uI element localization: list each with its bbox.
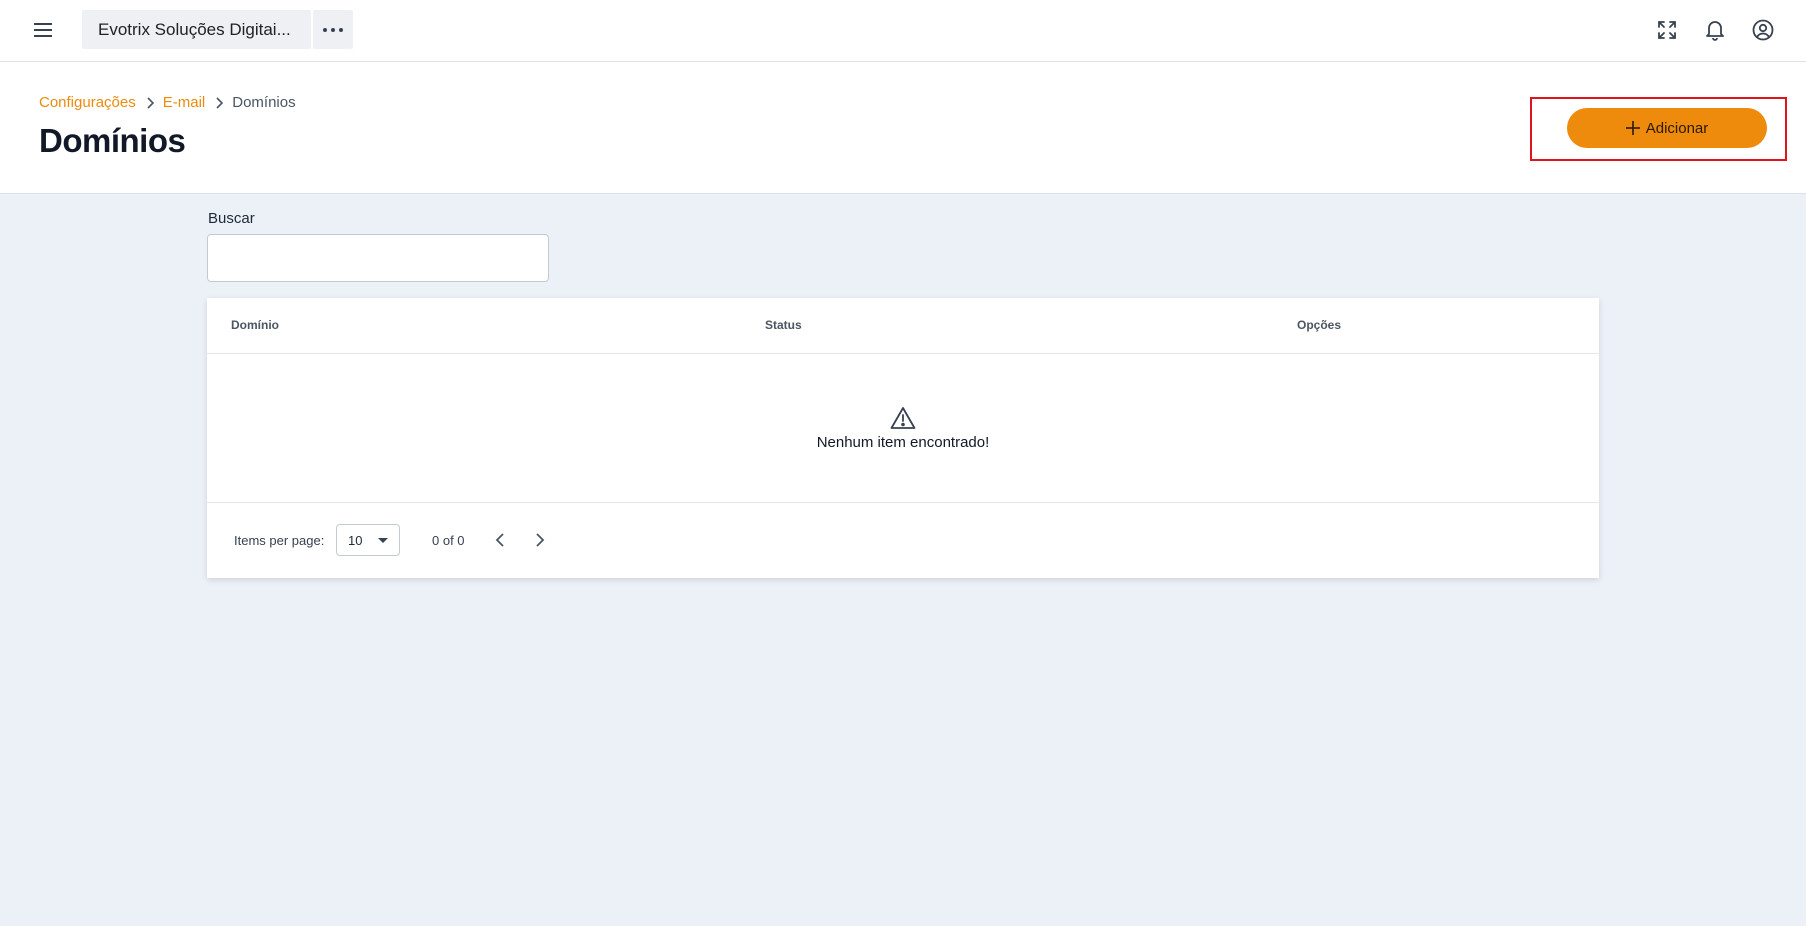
page-header: Configurações E-mail Domínios Domínios A… (0, 62, 1806, 194)
hamburger-menu-icon[interactable] (28, 17, 58, 43)
empty-message: Nenhum item encontrado! (816, 434, 990, 451)
page-size-select[interactable]: 10 (336, 524, 400, 556)
page-size-value: 10 (348, 532, 363, 548)
domains-table: Domínio Status Opções Nenhum item encont… (207, 298, 1599, 578)
caret-down-icon (378, 538, 388, 543)
column-header-dominio[interactable]: Domínio (231, 318, 279, 332)
chevron-left-icon (495, 533, 504, 547)
search-label: Buscar (208, 210, 255, 227)
bell-icon[interactable] (1699, 14, 1731, 46)
organization-name: Evotrix Soluções Digitai... (98, 19, 291, 39)
breadcrumb-dominios: Domínios (232, 94, 296, 111)
column-header-opcoes: Opções (1297, 318, 1342, 332)
organization-selector[interactable]: Evotrix Soluções Digitai... (82, 10, 311, 49)
column-header-status[interactable]: Status (765, 318, 802, 332)
add-button[interactable]: Adicionar (1567, 108, 1767, 148)
previous-page-button[interactable] (486, 526, 514, 554)
empty-state: Nenhum item encontrado! (207, 355, 1599, 503)
next-page-button[interactable] (526, 526, 554, 554)
add-button-label: Adicionar (1645, 119, 1709, 137)
chevron-right-icon (536, 533, 545, 547)
table-header-row: Domínio Status Opções (207, 298, 1599, 354)
breadcrumb: Configurações E-mail Domínios (39, 94, 296, 111)
paginator: Items per page: 10 0 of 0 (207, 504, 1599, 578)
page-range-label: 0 of 0 (432, 533, 465, 548)
breadcrumb-configuracoes[interactable]: Configurações (39, 94, 136, 111)
breadcrumb-email[interactable]: E-mail (163, 94, 206, 111)
items-per-page-label: Items per page: (234, 533, 325, 548)
more-horizontal-icon[interactable] (313, 10, 353, 49)
search-input[interactable] (207, 234, 549, 282)
plus-icon (1625, 121, 1640, 135)
page-title: Domínios (39, 122, 186, 159)
chevron-right-icon (215, 96, 224, 109)
warning-triangle-icon (890, 406, 916, 430)
chevron-right-icon (146, 96, 154, 109)
fullscreen-icon[interactable] (1651, 14, 1683, 46)
user-circle-icon[interactable] (1747, 14, 1779, 46)
top-bar: Evotrix Soluções Digitai... (0, 0, 1806, 62)
